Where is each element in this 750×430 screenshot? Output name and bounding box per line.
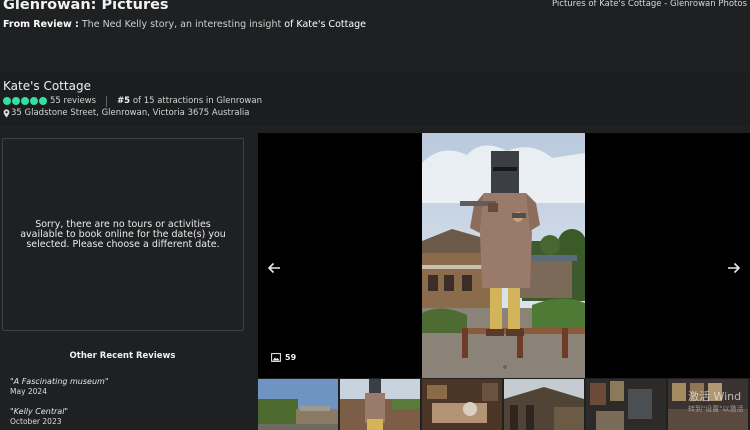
main-photo[interactable]	[422, 133, 585, 378]
rating-bubble	[21, 97, 29, 105]
photo-viewer: 59	[258, 133, 750, 378]
review-title-link[interactable]: The Ned Kelly story, an interesting insi…	[82, 19, 281, 30]
rating-bubble	[3, 97, 11, 105]
thumbnail[interactable]	[258, 379, 338, 430]
image-stack-icon	[271, 353, 281, 362]
review-quote[interactable]: "Kelly Central"	[10, 407, 68, 416]
arrow-right-icon[interactable]	[726, 260, 742, 276]
attraction-header: Kate's Cottage 55 reviews #5 of 15 attra…	[0, 73, 750, 126]
ranking[interactable]: #5 of 15 attractions in Glenrowan	[117, 96, 262, 106]
thumbnail-image	[258, 379, 338, 430]
thumbnail[interactable]	[340, 379, 420, 430]
thumbnail[interactable]	[422, 379, 502, 430]
rating-bubbles	[3, 97, 47, 105]
from-review-line: From Review : The Ned Kelly story, an in…	[3, 19, 366, 30]
thumbnail-strip	[258, 379, 750, 430]
recent-review-item[interactable]: "Kelly Central" October 2023	[10, 407, 68, 426]
photo-count[interactable]: 59	[271, 353, 296, 362]
activation-watermark-sub: 转到"设置"以激活	[688, 405, 744, 413]
thumbnail[interactable]	[504, 379, 584, 430]
address-text[interactable]: 35 Gladstone Street, Glenrowan, Victoria…	[11, 108, 250, 118]
rank-text: of 15 attractions in Glenrowan	[132, 96, 262, 106]
rating-bubble	[30, 97, 38, 105]
review-count-link[interactable]: 55 reviews	[50, 96, 96, 106]
recent-review-item[interactable]: "A Fascinating museum" May 2024	[10, 377, 109, 396]
thumbnail-image	[586, 379, 666, 430]
page-title: Glenrowan: Pictures	[3, 0, 169, 13]
photo-indicator-dot	[503, 365, 507, 369]
top-bar: Glenrowan: Pictures Pictures of Kate's C…	[0, 0, 750, 73]
arrow-left-icon[interactable]	[266, 260, 282, 276]
activation-watermark: 激活 Wind	[688, 390, 742, 403]
thumbnail-image	[340, 379, 420, 430]
from-review-label: From Review :	[3, 19, 79, 30]
pin-icon	[3, 108, 10, 118]
divider	[106, 95, 108, 107]
thumbnail[interactable]	[586, 379, 666, 430]
rating-bubble	[12, 97, 20, 105]
tours-panel: Sorry, there are no tours or activities …	[2, 138, 244, 331]
page-subtitle: Pictures of Kate's Cottage - Glenrowan P…	[551, 0, 747, 9]
review-date: October 2023	[10, 417, 62, 426]
attraction-name[interactable]: Kate's Cottage	[3, 79, 91, 93]
address-row: 35 Gladstone Street, Glenrowan, Victoria…	[3, 107, 250, 119]
rating-row: 55 reviews #5 of 15 attractions in Glenr…	[3, 95, 262, 107]
rating-bubble	[39, 97, 47, 105]
no-tours-message: Sorry, there are no tours or activities …	[20, 218, 226, 250]
thumbnail-image	[422, 379, 502, 430]
review-quote[interactable]: "A Fascinating museum"	[10, 377, 109, 386]
of-attraction-link[interactable]: of Kate's Cottage	[284, 19, 366, 30]
ned-kelly-statue-image	[422, 133, 585, 378]
left-column: Sorry, there are no tours or activities …	[0, 126, 252, 430]
thumbnail-image	[504, 379, 584, 430]
photo-count-number: 59	[285, 353, 297, 362]
review-date: May 2024	[10, 387, 47, 396]
rank-number: #5	[117, 96, 131, 106]
recent-reviews-title: Other Recent Reviews	[69, 351, 176, 361]
